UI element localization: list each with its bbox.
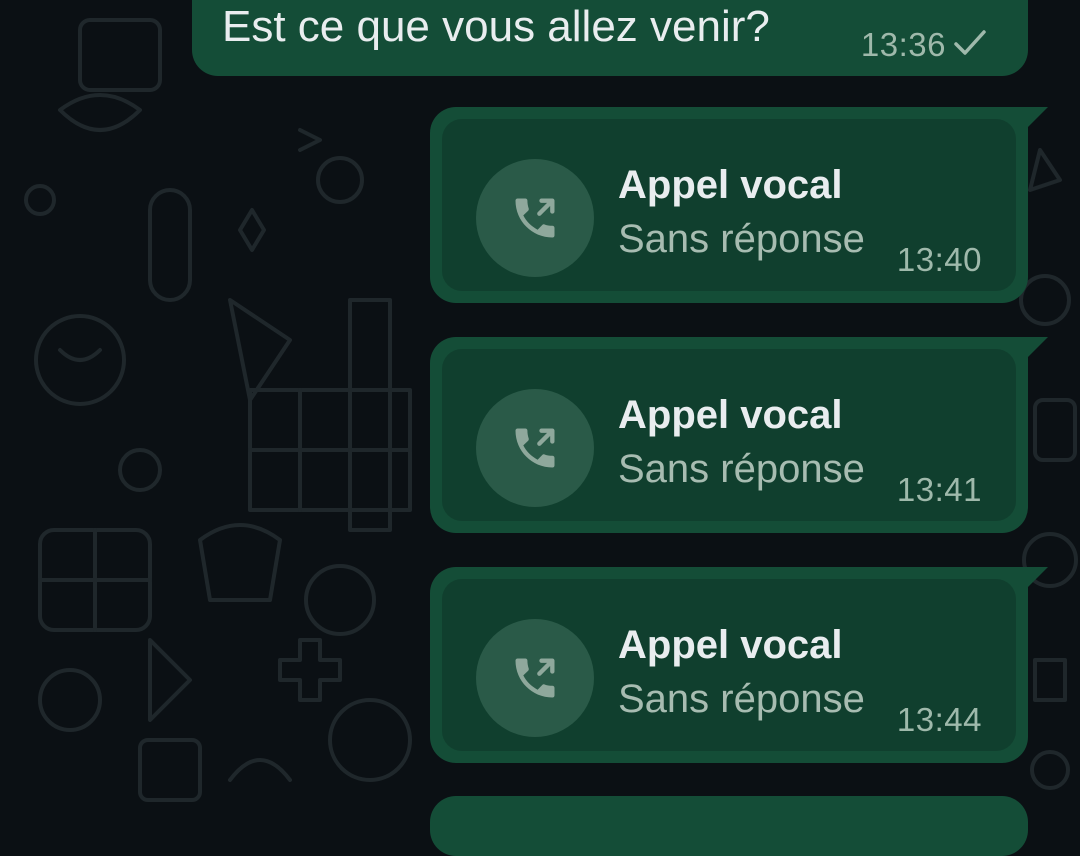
next-message-bubble[interactable] [430,796,1028,856]
call-title: Appel vocal [618,623,843,667]
call-icon-circle [476,389,594,507]
call-time: 13:41 [896,471,982,508]
bubble-tail [1026,337,1048,359]
call-icon-circle [476,159,594,277]
message-time: 13:36 [860,26,946,63]
call-status: Sans réponse [618,447,865,491]
outgoing-call-icon [515,658,555,698]
outgoing-text-message[interactable]: Est ce que vous allez venir? 13:36 [192,0,1028,76]
bubble-tail [1026,107,1048,129]
outgoing-call-icon [515,198,555,238]
bubble-tail [1026,567,1048,589]
call-card: Appel vocal Sans réponse 13:41 [442,349,1016,521]
check-icon [954,30,986,55]
outgoing-call-icon [515,428,555,468]
missed-call-bubble[interactable]: Appel vocal Sans réponse 13:44 [430,567,1048,763]
call-card: Appel vocal Sans réponse 13:44 [442,579,1016,751]
call-time: 13:40 [896,241,982,278]
call-icon-circle [476,619,594,737]
call-status: Sans réponse [618,217,865,261]
call-title: Appel vocal [618,393,843,437]
missed-call-bubble[interactable]: Appel vocal Sans réponse 13:40 [430,107,1048,303]
call-title: Appel vocal [618,163,843,207]
missed-call-bubble[interactable]: Appel vocal Sans réponse 13:41 [430,337,1048,533]
call-status: Sans réponse [618,677,865,721]
message-text: Est ce que vous allez venir? [222,2,770,51]
call-card: Appel vocal Sans réponse 13:40 [442,119,1016,291]
call-time: 13:44 [896,701,982,738]
